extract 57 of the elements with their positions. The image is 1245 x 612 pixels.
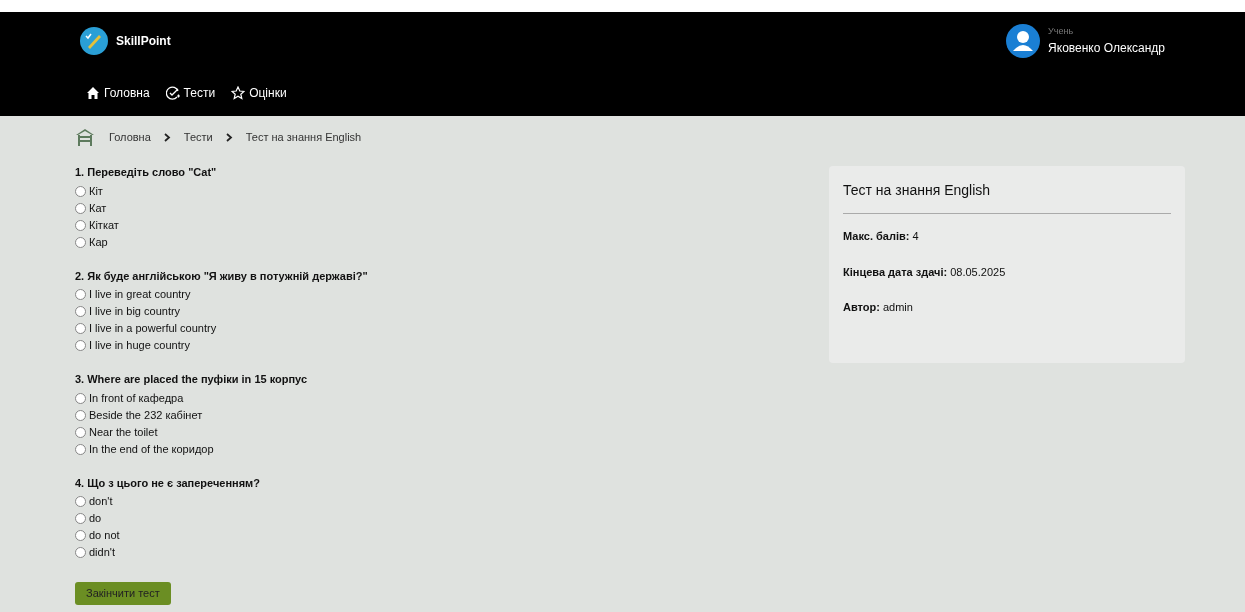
answer-option[interactable]: In front of кафедра <box>75 389 829 407</box>
answer-option[interactable]: Кар <box>75 233 829 251</box>
user-name: Яковенко Олександр <box>1048 39 1165 57</box>
star-icon <box>231 86 246 100</box>
answer-option[interactable]: I live in big country <box>75 303 829 320</box>
answer-option[interactable]: Кат <box>75 199 829 217</box>
user-role: Учень <box>1048 25 1075 39</box>
nav-link[interactable]: Оцінки <box>231 84 287 102</box>
radio-button[interactable] <box>75 306 86 317</box>
logo-icon <box>80 27 108 55</box>
brand-name[interactable]: SkillPoint <box>116 32 171 50</box>
info-field: Макс. балів: 4 <box>843 228 1171 245</box>
radio-button[interactable] <box>75 185 86 197</box>
radio-button[interactable] <box>75 202 86 214</box>
question-title: 2. Як буде англійською "Я живу в потужній державі?" <box>75 268 369 284</box>
answer-option[interactable]: didn't <box>75 544 829 561</box>
radio-button[interactable] <box>75 323 86 334</box>
answer-option[interactable]: do <box>75 510 829 527</box>
info-field: Кінцева дата здачі: 08.05.2025 <box>843 263 1171 280</box>
answer-option[interactable]: I live in great country <box>75 286 829 303</box>
radio-button[interactable] <box>75 530 86 541</box>
answer-option[interactable]: I live in huge country <box>75 337 829 354</box>
question-title: 3. Where are placed the пуфіки in 15 корпус <box>75 372 309 387</box>
answer-option[interactable]: Beside the 232 кабінет <box>75 406 829 424</box>
avatar-icon[interactable] <box>1006 24 1041 58</box>
answer-option[interactable]: I live in a powerful country <box>75 320 829 337</box>
answer-option[interactable]: Near the toilet <box>75 423 829 441</box>
question-title: 4. Що з цього не є запереченням? <box>75 475 261 491</box>
radio-button[interactable] <box>75 219 86 231</box>
finish-test-button[interactable]: Закінчити тест <box>75 582 171 606</box>
radio-button[interactable] <box>75 547 86 558</box>
radio-button[interactable] <box>75 392 86 404</box>
breadcrumb-link[interactable]: Головна <box>109 128 151 146</box>
info-field: Автор: admin <box>843 299 1171 316</box>
home-icon <box>86 86 100 100</box>
card-title: Тест на знання English <box>843 180 1171 214</box>
breadcrumb-link[interactable]: Тести <box>183 128 213 146</box>
check-circle-icon <box>165 86 180 100</box>
radio-button[interactable] <box>75 409 86 421</box>
nav-link[interactable]: Головна <box>86 84 150 102</box>
house-icon[interactable] <box>75 128 95 146</box>
radio-button[interactable] <box>75 236 86 248</box>
question-title: 1. Переведіть слово "Cat" <box>75 165 218 180</box>
answer-option[interactable]: do not <box>75 527 829 544</box>
radio-button[interactable] <box>75 340 86 351</box>
chevron-icon <box>225 132 233 142</box>
chevron-icon <box>163 132 171 142</box>
answer-option[interactable]: In the end of the коридор <box>75 440 829 458</box>
answer-option[interactable]: don't <box>75 493 829 510</box>
radio-button[interactable] <box>75 443 86 455</box>
radio-button[interactable] <box>75 426 86 438</box>
answer-option[interactable]: Кіткат <box>75 216 829 234</box>
radio-button[interactable] <box>75 513 86 524</box>
radio-button[interactable] <box>75 496 86 507</box>
radio-button[interactable] <box>75 289 86 300</box>
answer-option[interactable]: Кіт <box>75 182 829 200</box>
nav-link[interactable]: Тести <box>165 84 216 102</box>
